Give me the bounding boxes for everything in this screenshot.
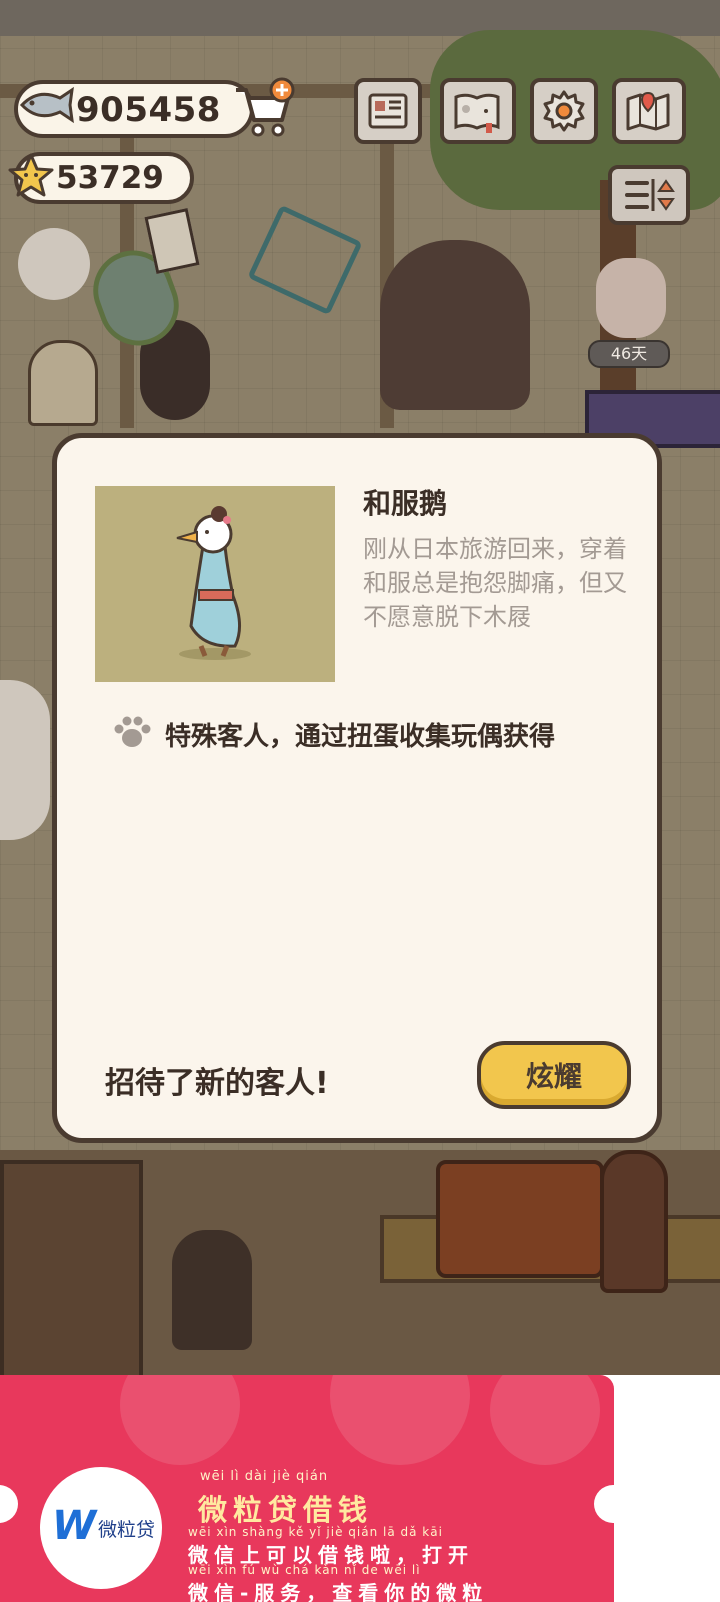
new-guest-dialog: 和服鹅 刚从日本旅游回来，穿着和服总是抱怨脚痛，但又不愿意脱下木屐 特殊客人，通… bbox=[52, 433, 662, 1143]
settings-button[interactable] bbox=[530, 78, 598, 144]
ad-brand-name: 微粒贷 bbox=[98, 1519, 156, 1541]
guest-source-row: 特殊客人，通过扭蛋收集玩偶获得 bbox=[113, 714, 633, 754]
ad-notch-right bbox=[594, 1485, 614, 1523]
sort-toggle-icon bbox=[625, 179, 675, 211]
ad-decor-bubble bbox=[120, 1375, 240, 1465]
floating-chair-decor bbox=[247, 204, 363, 316]
map-button[interactable] bbox=[612, 78, 686, 144]
fish-currency-value: 905458 bbox=[76, 90, 221, 130]
paw-icon bbox=[114, 716, 151, 747]
newspaper-button[interactable] bbox=[354, 78, 422, 144]
show-off-button-label: 炫耀 bbox=[525, 1060, 582, 1093]
weilidai-logo-icon: W bbox=[52, 1503, 97, 1549]
white-cat-customer[interactable] bbox=[0, 680, 50, 840]
ad-title: 微粒贷借钱 bbox=[198, 1493, 374, 1527]
ad-line1-pinyin: wēi xìn shàng kě yǐ jiè qián lā dǎ kāi bbox=[188, 1525, 443, 1539]
bottle-shelf bbox=[0, 1160, 143, 1375]
shop-cart-plus-icon[interactable] bbox=[232, 76, 296, 140]
guest-source-text: 特殊客人，通过扭蛋收集玩偶获得 bbox=[165, 722, 556, 752]
days-badge: 46天 bbox=[588, 340, 670, 368]
ad-line2: 微信-服务，查看你的微粒 bbox=[188, 1581, 489, 1602]
ad-decor-bubble bbox=[330, 1375, 470, 1465]
cake-dome bbox=[28, 340, 98, 426]
ad-notch-left bbox=[0, 1485, 18, 1523]
ad-decor-bubble bbox=[490, 1375, 600, 1465]
gear-icon bbox=[543, 90, 585, 132]
star-icon bbox=[8, 153, 54, 197]
ad-title-pinyin: wēi lì dài jiè qián bbox=[200, 1469, 329, 1484]
map-icon bbox=[626, 91, 670, 131]
ad-banner[interactable]: W 微粒贷 wēi lì dài jiè qián 微粒贷借钱 wēi xìn … bbox=[0, 1375, 614, 1602]
ad-logo: W 微粒贷 bbox=[40, 1467, 162, 1589]
espresso-machine[interactable] bbox=[436, 1160, 604, 1278]
show-off-button[interactable]: 炫耀 bbox=[477, 1041, 631, 1109]
newspaper-icon bbox=[368, 93, 408, 129]
girl-figure[interactable] bbox=[596, 258, 666, 338]
ad-area: W 微粒贷 wēi lì dài jiè qián 微粒贷借钱 wēi xìn … bbox=[0, 1375, 720, 1602]
guest-description: 刚从日本旅游回来，穿着和服总是抱怨脚痛，但又不愿意脱下木屐 bbox=[363, 535, 627, 631]
paw-book-icon bbox=[454, 93, 500, 133]
guest-name: 和服鹅 bbox=[363, 487, 448, 520]
kimono-goose-illustration bbox=[176, 506, 251, 660]
bowtie-cat[interactable] bbox=[18, 228, 90, 300]
star-currency-value: 53729 bbox=[56, 160, 164, 196]
rabbit-customers[interactable] bbox=[380, 240, 530, 410]
coffee-grinder[interactable] bbox=[600, 1150, 668, 1293]
ad-line2-pinyin: wēi xìn fú wù chá kàn nǐ de wēi lì bbox=[188, 1563, 421, 1577]
guest-portrait bbox=[95, 486, 335, 682]
bear-customer[interactable] bbox=[172, 1230, 252, 1350]
guest-book-button[interactable] bbox=[440, 78, 516, 144]
new-guest-message: 招待了新的客人! bbox=[105, 1066, 329, 1101]
sort-toggle-button[interactable] bbox=[608, 165, 690, 225]
fish-icon bbox=[19, 86, 74, 124]
